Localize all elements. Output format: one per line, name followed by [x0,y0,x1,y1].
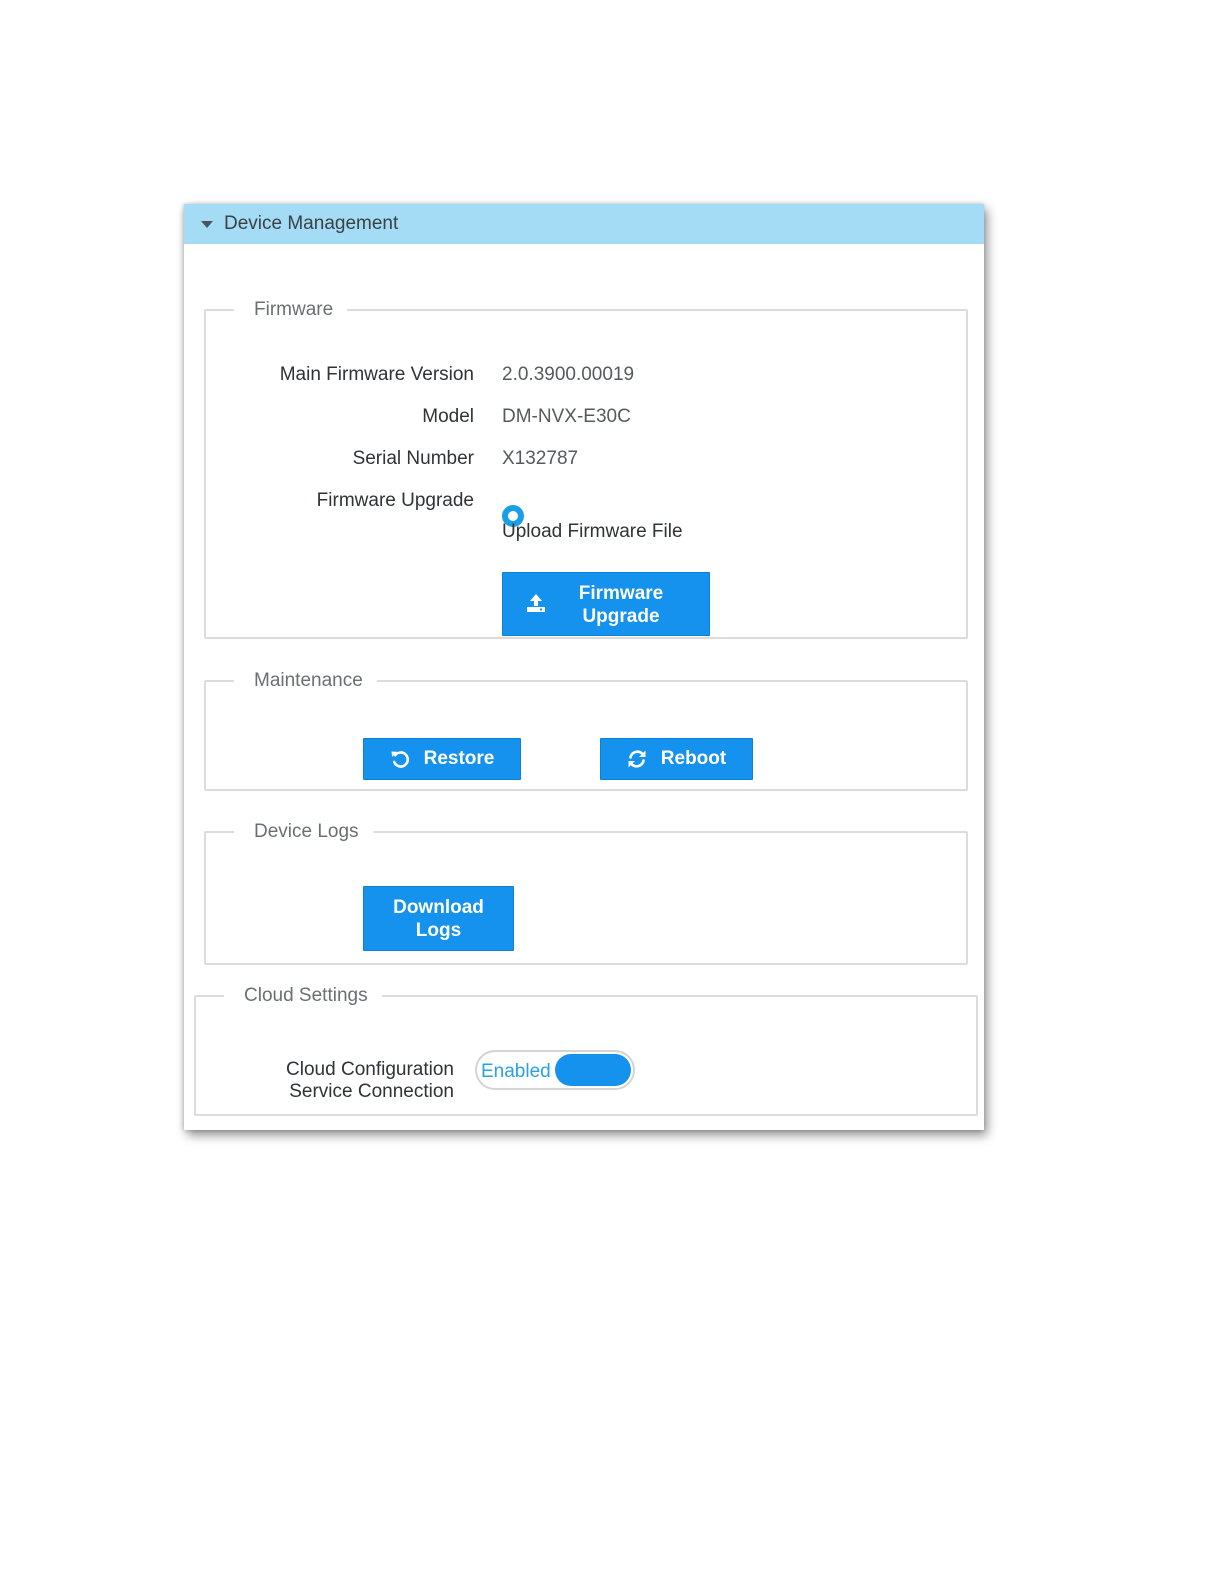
firmware-upgrade-button-line1: Firmware [578,583,664,604]
panel-header[interactable]: Device Management [184,204,984,244]
reboot-button-label: Reboot [660,748,727,769]
download-logs-button-label: Download Logs [393,896,484,942]
model-value: DM-NVX-E30C [502,406,631,427]
firmware-upgrade-button-line2: Upgrade [582,606,660,627]
panel-title: Device Management [224,213,399,234]
cloud-connection-toggle[interactable]: Enabled [475,1050,635,1090]
cloud-settings-section: Cloud Settings Cloud Configuration Servi… [194,985,978,1116]
toggle-enabled-text: Enabled [481,1061,551,1082]
firmware-section: Firmware Main Firmware Version 2.0.3900.… [204,299,968,639]
upload-icon [525,593,547,619]
device-management-panel: Device Management Firmware Main Firmware… [184,204,984,1130]
restore-button[interactable]: Restore [363,738,521,780]
main-firmware-version-value: 2.0.3900.00019 [502,364,635,385]
cloud-configuration-label: Cloud Configuration Service Connection [196,1059,454,1103]
device-logs-legend: Device Logs [254,821,359,842]
maintenance-legend: Maintenance [254,670,363,691]
refresh-icon [627,749,647,769]
serial-number-value: X132787 [502,448,579,469]
download-logs-button[interactable]: Download Logs [363,886,514,951]
upload-firmware-file-label[interactable]: Upload Firmware File [502,521,683,543]
main-firmware-version-label: Main Firmware Version [279,364,474,385]
download-logs-button-line1: Download [393,896,484,918]
firmware-legend: Firmware [254,299,334,320]
device-logs-section: Device Logs Download Logs [204,821,968,965]
cloud-configuration-label-line2: Service Connection [289,1081,454,1102]
model-label: Model [422,406,474,427]
toggle-knob[interactable] [555,1054,631,1086]
cloud-settings-legend: Cloud Settings [244,985,368,1006]
maintenance-section: Maintenance Restore Reboot [204,670,968,791]
firmware-upgrade-button-label: Firmware Upgrade [565,582,677,628]
download-logs-button-line2: Logs [415,919,462,941]
caret-down-icon[interactable] [201,220,213,228]
firmware-upgrade-label: Firmware Upgrade [316,490,474,511]
undo-icon [390,749,410,769]
cloud-configuration-label-line1: Cloud Configuration [286,1059,454,1080]
firmware-upgrade-button[interactable]: Firmware Upgrade [502,572,710,636]
reboot-button[interactable]: Reboot [600,738,753,780]
restore-button-label: Restore [423,748,495,769]
serial-number-label: Serial Number [352,448,474,469]
